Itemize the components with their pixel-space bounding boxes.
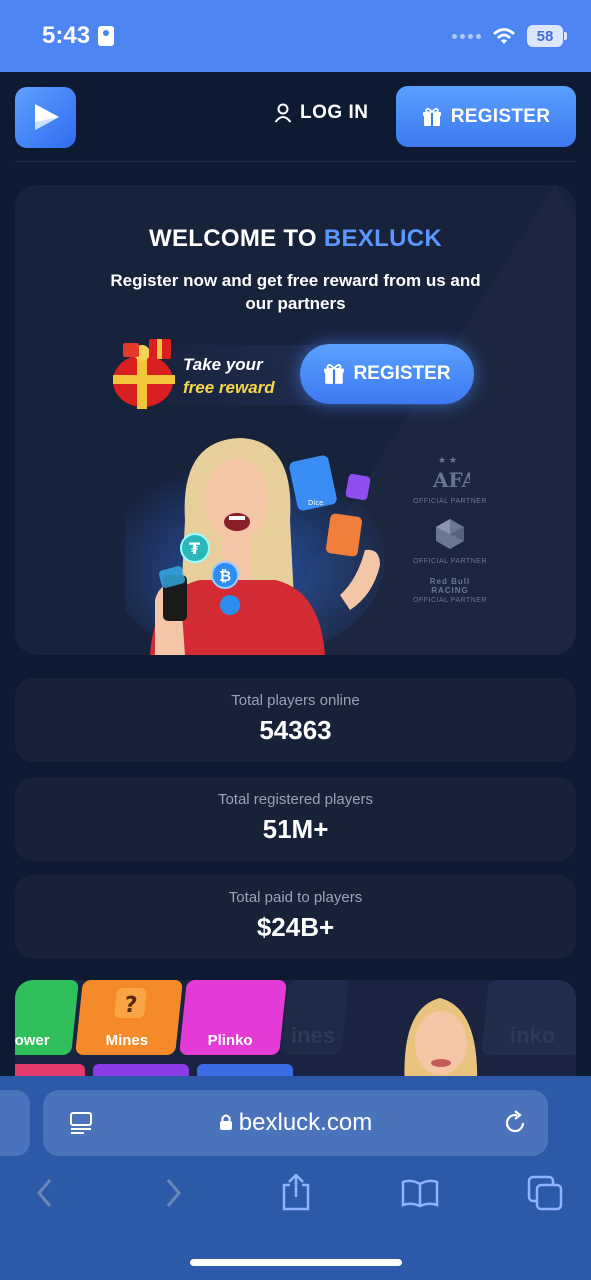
register-label: REGISTER	[450, 105, 551, 127]
stat-label: Total registered players	[217, 791, 374, 808]
url-display: bexluck.com	[43, 1109, 548, 1137]
previous-tab[interactable]	[0, 1090, 30, 1156]
address-bar[interactable]: bexluck.com	[43, 1090, 548, 1156]
hero-title-prefix: WELCOME TO	[149, 225, 324, 252]
game-tile-mines[interactable]: ? Mines	[75, 980, 183, 1055]
hero-title: WELCOME TO BEXLUCK	[15, 225, 576, 253]
game-label: Mines	[105, 1032, 148, 1049]
redbull-racing-logo: Red Bull RACING	[429, 577, 471, 595]
partner-label: OFFICIAL PARTNER	[413, 597, 487, 604]
game-label: ines	[291, 1023, 336, 1048]
games-carousel: ower ? Mines Plinko ines inko	[15, 980, 576, 1080]
stat-value: $24B+	[256, 912, 335, 942]
status-bar: 5:43 58	[0, 0, 591, 72]
back-icon[interactable]	[34, 1176, 56, 1210]
partner-redbull: Red Bull RACING OFFICIAL PARTNER	[395, 577, 505, 604]
register-hero-label: REGISTER	[353, 363, 451, 384]
stat-players-online: Total players online 54363	[15, 678, 576, 762]
clock: 5:43	[42, 22, 91, 49]
svg-text:★ ★: ★ ★	[438, 456, 457, 466]
status-time: 5:43	[42, 22, 115, 50]
game-label: ower	[15, 1032, 51, 1049]
stat-label: Total paid to players	[228, 889, 363, 906]
stat-label: Total players online	[231, 692, 360, 709]
reward-line-1: Take your	[183, 355, 263, 374]
partner-logo-text: AFA	[432, 468, 470, 491]
play-logo-icon	[34, 104, 59, 130]
gift-icon	[422, 107, 441, 126]
login-label: LOG IN	[300, 102, 369, 123]
bexluck-logo[interactable]	[15, 86, 76, 148]
afa-logo-icon: ★ ★ AFA	[432, 456, 478, 492]
partner-2: OFFICIAL PARTNER	[395, 517, 505, 565]
login-button[interactable]: LOG IN	[274, 102, 368, 124]
gift-icon	[324, 364, 345, 384]
stat-registered-players: Total registered players 51M+	[15, 777, 576, 861]
hero-subtitle: Register now and get free reward from us…	[110, 271, 481, 313]
stat-value: 51M+	[262, 814, 329, 844]
svg-text:?: ?	[123, 993, 138, 1018]
browser-toolbar: bexluck.com	[0, 1076, 591, 1280]
cellular-signal-icon	[452, 33, 481, 39]
partner-logos: ★ ★ AFA OFFICIAL PARTNER OFFICIAL PARTNE…	[395, 455, 505, 616]
cube-logo-icon	[436, 519, 464, 549]
bookmarks-icon[interactable]	[401, 1178, 439, 1208]
site-header: LOG IN REGISTER	[0, 72, 591, 162]
home-indicator[interactable]	[190, 1259, 402, 1266]
share-icon[interactable]	[281, 1173, 311, 1211]
welcome-hero: WELCOME TO BEXLUCK Register now and get …	[15, 185, 576, 655]
svg-text:₿: ₿	[219, 567, 231, 585]
battery-icon: 58	[527, 25, 567, 47]
game-label: Plinko	[208, 1032, 254, 1049]
hero-title-brand: BEXLUCK	[323, 225, 442, 252]
game-tile-plinko[interactable]: Plinko	[179, 980, 287, 1055]
question-mark-icon: ?	[114, 988, 147, 1018]
game-tile-tower[interactable]: ower	[15, 980, 79, 1055]
stat-total-paid: Total paid to players $24B+	[15, 875, 576, 959]
forward-icon[interactable]	[162, 1176, 184, 1210]
promo-illustration: Dice ₮ ₿	[125, 438, 385, 655]
game-label: inko	[510, 1023, 556, 1048]
header-divider	[15, 161, 576, 162]
status-indicators: 58	[452, 25, 567, 47]
partner-label: OFFICIAL PARTNER	[413, 558, 487, 565]
reward-text: Take your free reward	[183, 353, 275, 399]
tabs-icon[interactable]	[527, 1175, 563, 1211]
url-text: bexluck.com	[238, 1109, 373, 1136]
dice-card-label: Dice	[308, 499, 324, 507]
contact-icon	[98, 26, 115, 46]
battery-level: 58	[536, 27, 554, 45]
partner-afa: ★ ★ AFA OFFICIAL PARTNER	[395, 455, 505, 505]
register-button-header[interactable]: REGISTER	[396, 86, 576, 147]
game-tile-mines-faded[interactable]: ines	[281, 980, 349, 1055]
stat-value: 54363	[259, 715, 332, 745]
gift-box-illustration	[113, 339, 175, 409]
user-icon	[274, 103, 292, 123]
game-tile-plinko-faded[interactable]: inko	[481, 980, 576, 1055]
reload-icon[interactable]	[502, 1110, 528, 1136]
partner-label: OFFICIAL PARTNER	[413, 498, 487, 505]
reward-line-2: free reward	[183, 378, 275, 397]
wifi-icon	[493, 28, 515, 44]
register-button-hero[interactable]: REGISTER	[300, 344, 474, 404]
lock-icon	[219, 1114, 232, 1130]
svg-text:₮: ₮	[189, 539, 200, 558]
